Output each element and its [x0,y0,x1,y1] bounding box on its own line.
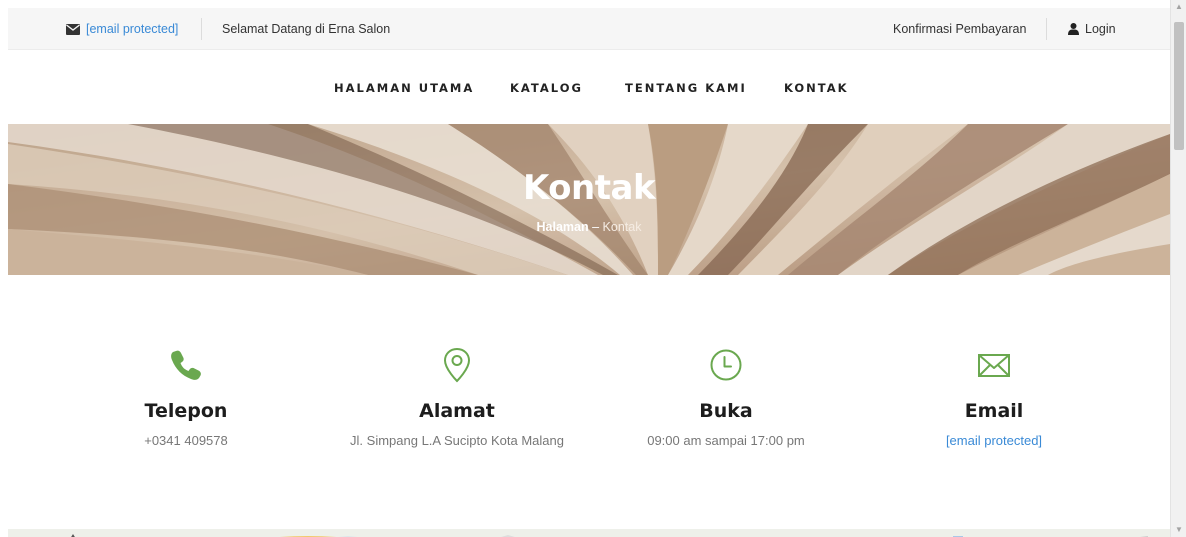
contact-phone-value: +0341 409578 [144,433,228,448]
contact-address-value: Jl. Simpang L.A Sucipto Kota Malang [350,433,564,448]
breadcrumb-separator: – [588,220,603,234]
scroll-thumb[interactable] [1174,22,1184,150]
top-bar: [email protected] Selamat Datang di Erna… [8,8,1170,50]
contact-title: Email [964,400,1024,422]
login-label[interactable]: Login [1085,22,1116,36]
phone-icon [171,350,201,380]
topbar-email-link[interactable]: [email protected] [66,8,178,50]
page: [email protected] Selamat Datang di Erna… [0,0,1186,537]
topbar-email-text[interactable]: [email protected] [86,22,178,36]
contact-info-section: Telepon +0341 409578 Alamat Jl. Simpang … [8,275,1170,529]
map-embed[interactable] [8,529,1170,537]
confirm-payment-link[interactable]: Konfirmasi Pembayaran [893,8,1026,50]
hero-banner: Kontak Halaman – Kontak [8,124,1170,275]
welcome-text: Selamat Datang di Erna Salon [222,22,391,36]
divider [1046,18,1047,40]
user-icon [1068,23,1079,35]
envelope-icon [66,24,80,35]
nav-item-katalog[interactable]: KATALOG [510,81,583,95]
contact-card-telepon: Telepon +0341 409578 [46,345,326,448]
envelope-icon [978,354,1010,377]
clock-icon [710,349,742,381]
page-title: Kontak [522,168,656,208]
login-link[interactable]: Login [1068,8,1116,50]
contact-title: Telepon [144,400,228,422]
contact-card-alamat: Alamat Jl. Simpang L.A Sucipto Kota Mala… [317,345,597,448]
contact-hours-value: 09:00 am sampai 17:00 pm [647,433,805,448]
page-scrollbar[interactable]: ▲ ▼ [1170,0,1186,537]
nav-item-halaman-utama[interactable]: HALAMAN UTAMA [334,81,474,95]
scroll-up-arrow-icon[interactable]: ▲ [1171,0,1186,14]
main-nav: HALAMAN UTAMA KATALOG TENTANG KAMI KONTA… [8,50,1170,124]
divider [201,18,202,40]
contact-email-link[interactable]: [email protected] [854,433,1134,448]
breadcrumb-current: Kontak [602,220,642,234]
breadcrumb-parent-link[interactable]: Halaman [537,220,589,234]
nav-item-kontak[interactable]: KONTAK [784,81,849,95]
scroll-down-arrow-icon[interactable]: ▼ [1171,523,1186,537]
breadcrumb: Halaman – Kontak [8,220,1170,234]
contact-card-buka: Buka 09:00 am sampai 17:00 pm [586,345,866,448]
contact-title: Buka [699,400,753,422]
map-pin-icon [443,347,471,383]
contact-card-email: Email [email protected] [854,345,1134,448]
nav-item-tentang-kami[interactable]: TENTANG KAMI [625,81,747,95]
contact-title: Alamat [419,400,495,422]
